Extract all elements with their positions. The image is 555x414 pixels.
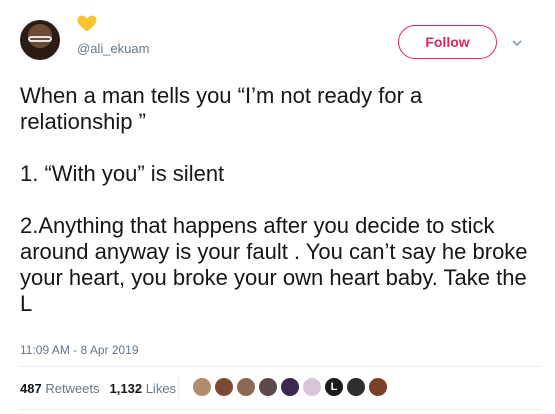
- liker-avatar[interactable]: [302, 377, 322, 397]
- liker-avatar[interactable]: [346, 377, 366, 397]
- retweets-label: Retweets: [45, 381, 100, 396]
- likes-stat[interactable]: 1,132 Likes: [110, 381, 177, 396]
- likes-label: Likes: [145, 381, 177, 396]
- liker-avatar[interactable]: [236, 377, 256, 397]
- liker-avatar[interactable]: [280, 377, 300, 397]
- retweets-stat[interactable]: 487 Retweets: [20, 381, 100, 396]
- yellow-heart-icon: [77, 15, 97, 32]
- glasses-graphic: [28, 36, 52, 42]
- liker-avatar[interactable]: [214, 377, 234, 397]
- liker-avatars: L: [192, 377, 390, 397]
- tweet-paragraph: When a man tells you “I’m not ready for …: [20, 83, 423, 134]
- liker-avatar[interactable]: [258, 377, 278, 397]
- liker-avatar[interactable]: L: [324, 377, 344, 397]
- divider: [20, 366, 540, 367]
- engagement-stats: 487 Retweets 1,132 Likes: [20, 381, 176, 396]
- tweet-timestamp[interactable]: 11:09 AM - 8 Apr 2019: [20, 343, 139, 357]
- retweets-count: 487: [20, 381, 42, 396]
- chevron-down-icon[interactable]: [510, 36, 524, 50]
- tweet-paragraph: 2.Anything that happens after you decide…: [20, 213, 528, 316]
- tweet-paragraph: 1. “With you” is silent: [20, 161, 225, 186]
- liker-avatar[interactable]: [192, 377, 212, 397]
- liker-avatar[interactable]: [368, 377, 388, 397]
- tweet-text: When a man tells you “I’m not ready for …: [20, 83, 540, 317]
- divider: [178, 376, 179, 400]
- profile-avatar[interactable]: [20, 20, 60, 60]
- user-handle[interactable]: @ali_ekuam: [77, 41, 149, 56]
- divider: [20, 409, 540, 410]
- likes-count: 1,132: [109, 381, 143, 396]
- follow-button[interactable]: Follow: [398, 25, 497, 59]
